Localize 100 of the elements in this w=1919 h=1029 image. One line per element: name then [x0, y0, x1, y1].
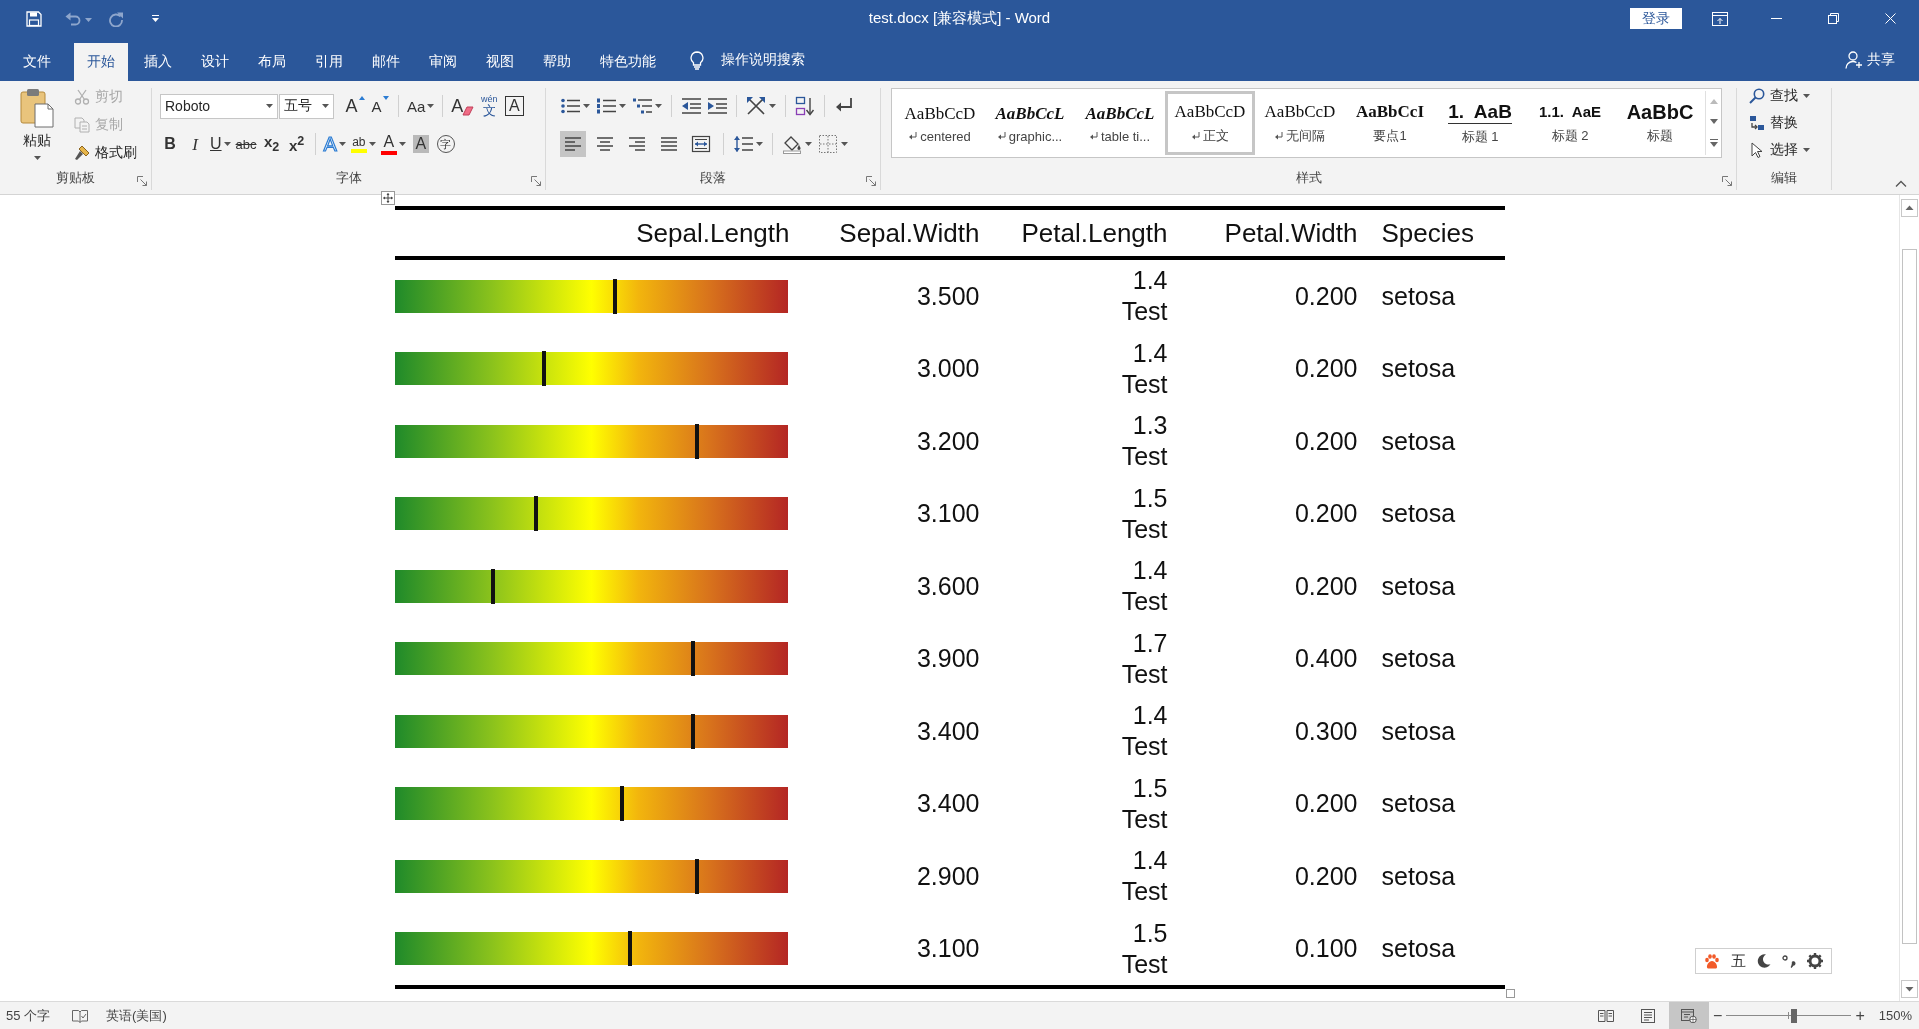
subscript-button[interactable]: x$_{2}$	[261, 131, 282, 157]
numbered-list-icon[interactable]	[596, 96, 616, 116]
punctuation-icon[interactable]	[1782, 954, 1796, 968]
line-spacing-icon[interactable]	[733, 134, 753, 154]
share-button[interactable]: 共享	[1845, 51, 1895, 69]
ribbon-tab[interactable]: 审阅	[416, 43, 470, 81]
ribbon-tab[interactable]: 插入	[131, 43, 185, 81]
ribbon-tab[interactable]: 开始	[74, 43, 128, 81]
web-layout-icon[interactable]	[1669, 1001, 1710, 1029]
select-button[interactable]: 选择	[1749, 138, 1831, 162]
customize-caret-icon[interactable]	[152, 15, 159, 22]
zoom-out-button[interactable]: −	[1713, 1007, 1723, 1024]
ribbon-tab[interactable]: 文件	[10, 43, 64, 81]
scroll-up-button[interactable]	[1901, 199, 1918, 217]
word-count[interactable]: 55 个字	[6, 1006, 51, 1025]
crossed-arrows-icon[interactable]	[746, 96, 766, 116]
style-item[interactable]: AaBbCcL table ti...	[1075, 91, 1165, 155]
scroll-down-icon[interactable]	[1709, 119, 1718, 124]
close-icon[interactable]	[1885, 13, 1896, 24]
ribbon-tab[interactable]: 帮助	[530, 43, 584, 81]
style-item[interactable]: AaBbCcL graphic...	[985, 91, 1075, 155]
caret-icon[interactable]	[1803, 94, 1810, 98]
format-painter-button[interactable]: 格式刷	[74, 141, 137, 165]
caret-icon[interactable]	[655, 104, 662, 108]
style-item[interactable]: 1. AaB 标题 1	[1435, 91, 1525, 155]
save-icon[interactable]	[26, 10, 42, 27]
ribbon-display-options-icon[interactable]	[1711, 11, 1728, 26]
input-mode-button[interactable]: 五	[1731, 951, 1746, 971]
font-name-field[interactable]: Roboto	[160, 93, 278, 119]
login-button[interactable]: 登录	[1630, 8, 1682, 29]
style-item[interactable]: AaBbCcD centered	[895, 91, 985, 155]
replace-button[interactable]: 替换	[1749, 111, 1831, 135]
style-item[interactable]: AaBbC 标题	[1615, 91, 1705, 155]
collapse-ribbon-icon[interactable]	[1895, 180, 1907, 187]
shrink-font-button[interactable]: A	[370, 93, 390, 119]
font-color-button[interactable]: A	[380, 131, 406, 157]
bullet-list-icon[interactable]	[560, 96, 580, 116]
caret-icon[interactable]	[805, 142, 812, 146]
move-handle-icon[interactable]	[380, 191, 395, 205]
find-button[interactable]: 查找	[1749, 84, 1831, 108]
caret-icon[interactable]	[841, 142, 848, 146]
font-size-field[interactable]: 五号	[279, 93, 334, 119]
ribbon-tab[interactable]: 布局	[245, 43, 299, 81]
dialog-launcher-icon[interactable]	[137, 176, 147, 186]
paw-icon[interactable]	[1704, 953, 1720, 969]
style-item[interactable]: AaBbCcD 无间隔	[1255, 91, 1345, 155]
highlight-button[interactable]: ab	[350, 131, 376, 157]
caret-icon[interactable]	[368, 142, 376, 146]
underline-button[interactable]: U	[210, 131, 231, 157]
zoom-in-button[interactable]: +	[1855, 1007, 1865, 1024]
more-styles-icon[interactable]	[1709, 139, 1718, 148]
ribbon-tab[interactable]: 设计	[188, 43, 242, 81]
caret-icon[interactable]	[769, 104, 776, 108]
restore-icon[interactable]	[1828, 13, 1839, 24]
moon-icon[interactable]	[1757, 954, 1771, 968]
caret-icon[interactable]	[398, 142, 406, 146]
ribbon-tab[interactable]: 引用	[302, 43, 356, 81]
dialog-launcher-icon[interactable]	[1722, 176, 1732, 186]
paste-button[interactable]: 粘贴	[12, 88, 62, 160]
multilevel-list-icon[interactable]	[632, 96, 652, 116]
character-border-button[interactable]: A	[504, 93, 525, 119]
change-case-button[interactable]: Aa	[407, 93, 435, 119]
caret-icon[interactable]	[756, 142, 763, 146]
border-grid-icon[interactable]	[818, 134, 838, 154]
zoom-level[interactable]: 150%	[1878, 1008, 1912, 1023]
bold-button[interactable]: B	[160, 131, 180, 157]
caret-icon[interactable]	[583, 104, 590, 108]
ribbon-tab[interactable]: 特色功能	[587, 43, 669, 81]
caret-icon[interactable]	[619, 104, 626, 108]
clear-formatting-button[interactable]: A	[451, 93, 475, 119]
style-item[interactable]: AaBbCcD 正文	[1165, 91, 1255, 155]
phonetic-guide-button[interactable]: wén 文	[479, 93, 500, 119]
tell-me-button[interactable]: 操作说明搜索	[690, 50, 805, 70]
style-item[interactable]: 1.1. AaE 标题 2	[1525, 91, 1615, 155]
decrease-indent-icon[interactable]	[681, 96, 701, 116]
caret-icon[interactable]	[1803, 148, 1810, 152]
strikethrough-button[interactable]: abc	[235, 131, 257, 157]
dialog-launcher-icon[interactable]	[531, 176, 541, 186]
caret-icon[interactable]	[33, 156, 41, 160]
scroll-down-button[interactable]	[1901, 980, 1918, 998]
superscript-button[interactable]: x$^{2}$	[286, 131, 307, 157]
sort-icon[interactable]	[795, 96, 815, 116]
increase-indent-icon[interactable]	[707, 96, 727, 116]
caret-icon[interactable]	[266, 104, 273, 108]
caret-icon[interactable]	[427, 104, 435, 108]
scrollbar-thumb[interactable]	[1902, 249, 1917, 944]
italic-button[interactable]: I	[185, 131, 205, 157]
zoom-slider-thumb[interactable]	[1790, 1008, 1797, 1023]
grow-font-button[interactable]: A	[345, 93, 365, 119]
table-resize-handle[interactable]	[1505, 989, 1515, 998]
align-left-icon[interactable]	[560, 131, 586, 157]
ribbon-tab[interactable]: 视图	[473, 43, 527, 81]
caret-icon[interactable]	[338, 142, 346, 146]
style-item[interactable]: AaBbCcI 要点1	[1345, 91, 1435, 155]
language-indicator[interactable]: 英语(美国)	[106, 1006, 167, 1025]
ribbon-tab[interactable]: 邮件	[359, 43, 413, 81]
caret-icon[interactable]	[322, 104, 329, 108]
settings-icon[interactable]	[1807, 953, 1823, 969]
caret-icon[interactable]	[223, 142, 231, 146]
paint-bucket-icon[interactable]	[782, 134, 802, 154]
